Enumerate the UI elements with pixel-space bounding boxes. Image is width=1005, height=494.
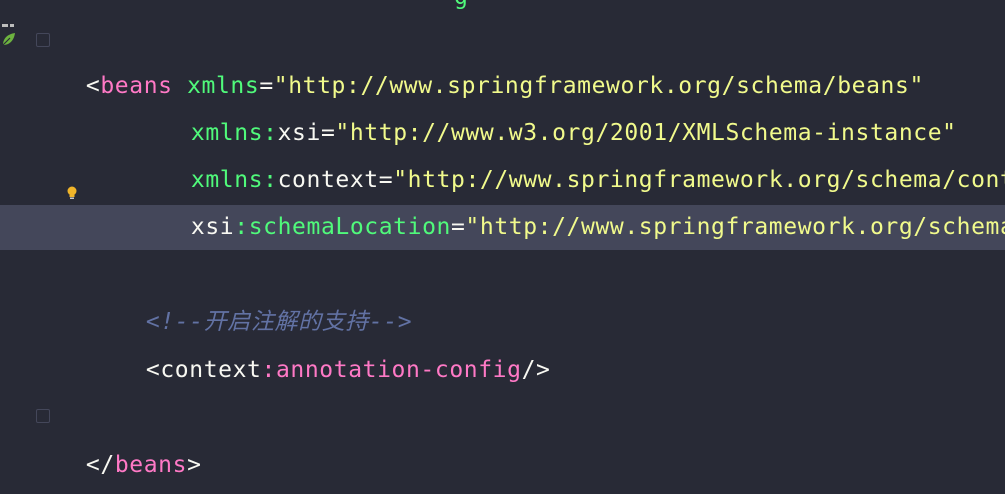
tag-open-bracket: < bbox=[85, 73, 101, 99]
tag-close-bracket: /> bbox=[521, 357, 551, 383]
fold-marker-icon[interactable] bbox=[36, 33, 50, 47]
code-line-annotation-config[interactable]: <context:annotation-config/> bbox=[117, 300, 550, 383]
code-line-xmlns-xsi[interactable]: xmlns:xsi="http://www.w3.org/2001/XMLSch… bbox=[162, 63, 957, 146]
tag-namespace: context bbox=[160, 357, 262, 383]
tag-name: beans bbox=[114, 452, 188, 478]
code-line-schema-location[interactable]: xsi:schemaLocation="http://www.springfra… bbox=[162, 157, 1005, 240]
spring-leaf-icon[interactable] bbox=[0, 30, 18, 48]
partial-text-top: g bbox=[454, 0, 468, 10]
tag-close-bracket: > bbox=[187, 452, 202, 478]
fold-marker-icon[interactable] bbox=[36, 409, 50, 423]
attribute-namespace: xsi bbox=[190, 214, 235, 240]
code-line-beans-close[interactable]: </beans> bbox=[57, 395, 202, 478]
code-line-beans-open[interactable]: <beans xmlns="http://www.springframework… bbox=[57, 16, 924, 99]
code-line-xmlns-context[interactable]: xmlns:context="http://www.springframewor… bbox=[162, 110, 1005, 193]
tag-open-bracket: </ bbox=[85, 452, 115, 478]
equals-sign: = bbox=[450, 214, 466, 240]
tag-name: annotation-config bbox=[275, 357, 522, 383]
attribute-value: "http://www.springframework.org/schema bbox=[465, 214, 1005, 240]
lightbulb-icon[interactable] bbox=[66, 186, 78, 200]
colon: : bbox=[234, 214, 249, 240]
tag-open-bracket: < bbox=[145, 357, 161, 383]
colon: : bbox=[261, 357, 276, 383]
attribute-local-name: schemaLocation bbox=[248, 214, 451, 240]
code-line-comment[interactable]: <!--开启注解的支持--> bbox=[117, 252, 412, 335]
